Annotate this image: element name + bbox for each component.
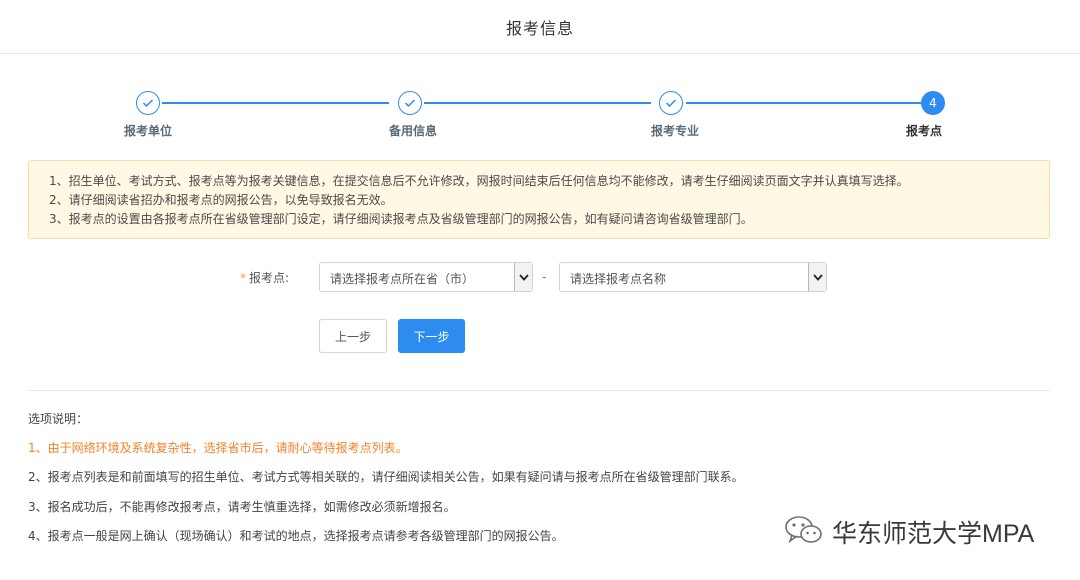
step-progress: 4 报考单位 备用信息 报考专业 报考点 xyxy=(0,88,1080,138)
step-label-backup: 备用信息 xyxy=(388,124,437,138)
province-select[interactable]: 请选择报考点所在省（市） xyxy=(319,262,533,292)
chevron-down-icon[interactable] xyxy=(514,263,532,291)
page-title: 报考信息 xyxy=(505,18,574,38)
step-label-major: 报考专业 xyxy=(650,124,699,138)
exam-site-label: * 报考点: xyxy=(240,269,289,286)
explanation-item: 3、报名成功后，不能再修改报考点，请考生慎重选择，如需修改必须新增报名。 xyxy=(28,500,456,514)
step-connector xyxy=(686,102,921,104)
prev-step-button[interactable]: 上一步 xyxy=(319,319,387,353)
step-connector xyxy=(162,102,389,104)
exam-site-label-text: 报考点: xyxy=(249,271,290,285)
watermark-text: 华东师范大学MPA xyxy=(832,520,1035,548)
province-select-value: 请选择报考点所在省（市） xyxy=(330,272,475,286)
wechat-icon xyxy=(784,515,824,549)
step-3-check-icon xyxy=(659,91,683,115)
page-header: 报考信息 xyxy=(0,0,1080,54)
exam-site-row: * 报考点: 请选择报考点所在省（市） - 请选择报考点名称 xyxy=(0,262,1080,292)
notice-line: 2、请仔细阅读省招办和报考点的网报公告，以免导致报名无效。 xyxy=(49,193,393,207)
notice-box: 1、招生单位、考试方式、报考点等为报考关键信息，在提交信息后不允许修改，网报时间… xyxy=(28,160,1050,239)
step-2-check-icon xyxy=(398,91,422,115)
watermark: 华东师范大学MPA xyxy=(784,514,1034,550)
explanation-item: 1、由于网络环境及系统复杂性，选择省市后，请耐心等待报考点列表。 xyxy=(28,441,408,455)
explanation-item: 4、报考点一般是网上确认（现场确认）和考试的地点，选择报考点请参考各级管理部门的… xyxy=(28,529,564,543)
site-select-value: 请选择报考点名称 xyxy=(570,272,667,286)
chevron-down-icon[interactable] xyxy=(808,263,826,291)
step-connector xyxy=(424,102,651,104)
next-step-button[interactable]: 下一步 xyxy=(398,319,465,353)
options-explanation: 选项说明： 1、由于网络环境及系统复杂性，选择省市后，请耐心等待报考点列表。 2… xyxy=(28,410,1028,543)
step-4-number: 4 xyxy=(921,91,945,115)
step-1-check-icon xyxy=(136,91,160,115)
required-mark: * xyxy=(240,271,246,285)
divider xyxy=(28,390,1050,391)
select-separator: - xyxy=(542,270,547,284)
notice-line: 3、报考点的设置由各报考点所在省级管理部门设定，请仔细阅读报考点及省级管理部门的… xyxy=(49,212,753,226)
explanation-item: 2、报考点列表是和前面填写的招生单位、考试方式等相关联的，请仔细阅读相关公告，如… xyxy=(28,470,744,484)
notice-line: 1、招生单位、考试方式、报考点等为报考关键信息，在提交信息后不允许修改，网报时间… xyxy=(49,174,909,188)
step-label-site: 报考点 xyxy=(905,124,942,138)
explanation-title: 选项说明： xyxy=(28,412,89,426)
step-label-unit: 报考单位 xyxy=(123,124,172,138)
site-select[interactable]: 请选择报考点名称 xyxy=(559,262,827,292)
